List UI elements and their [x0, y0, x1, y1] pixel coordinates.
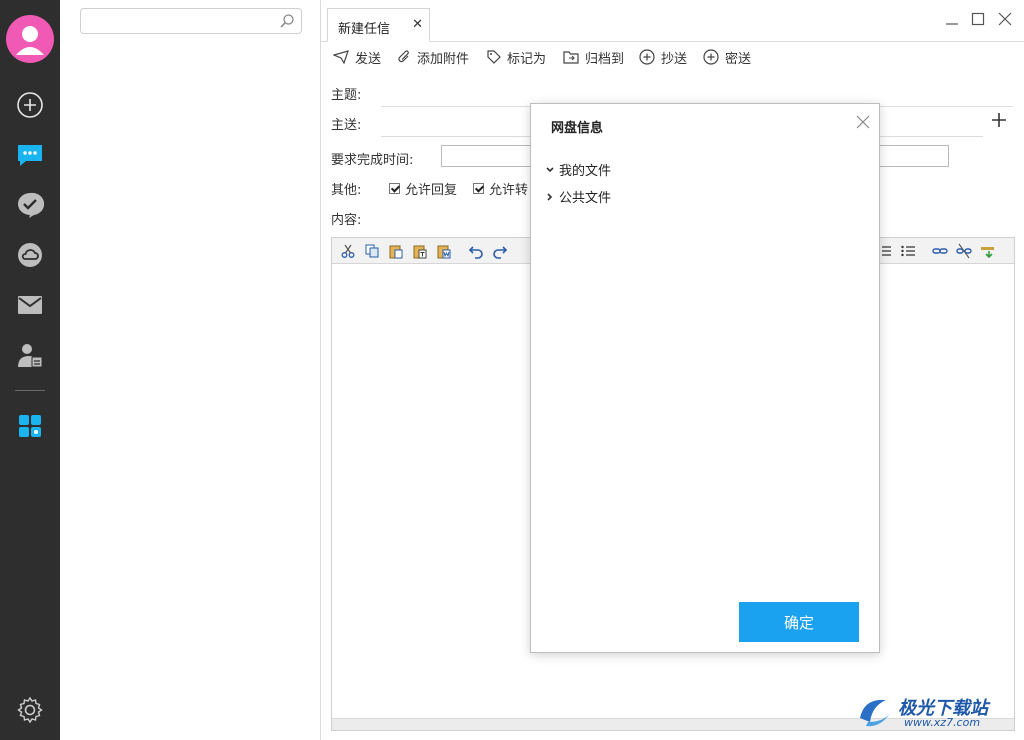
dialog-title: 网盘信息	[551, 121, 604, 136]
allow-forward-checkbox[interactable]: 允许转	[473, 179, 528, 198]
watermark-url: www.xz7.com	[904, 716, 981, 729]
user-avatar-icon	[16, 26, 44, 55]
message-icon[interactable]	[15, 140, 45, 170]
tab-close-icon[interactable]: ✕	[412, 17, 423, 32]
tree-item-public-files[interactable]: 公共文件	[545, 187, 611, 206]
cloud-icon[interactable]	[15, 240, 45, 270]
tree-item-label: 我的文件	[559, 164, 612, 179]
folder-icon	[563, 51, 579, 64]
add-recipient-icon[interactable]	[991, 112, 1007, 132]
list-column	[60, 0, 321, 740]
tab-label: 新建任信	[338, 22, 391, 37]
subject-label: 主题:	[331, 88, 362, 103]
compose-toolbar: 发送 添加附件 标记为 归档到 抄送 密送	[321, 42, 1024, 72]
confirm-button[interactable]: 确定	[739, 602, 859, 642]
left-rail	[0, 0, 60, 740]
send-button[interactable]: 发送	[333, 47, 381, 67]
tree-item-my-files[interactable]: 我的文件	[545, 160, 611, 179]
tab-bar: 新建任信 ✕	[321, 0, 1024, 42]
add-icon[interactable]	[15, 90, 45, 120]
rail-divider	[15, 390, 45, 391]
apps-icon[interactable]	[15, 411, 45, 441]
other-label: 其他:	[331, 183, 362, 198]
tree-item-label: 公共文件	[559, 191, 612, 206]
tag-icon	[487, 50, 501, 64]
chat-check-icon[interactable]	[15, 190, 45, 220]
chevron-right-icon	[547, 192, 553, 201]
mail-icon[interactable]	[15, 290, 45, 320]
cc-button[interactable]: 抄送	[639, 47, 687, 67]
send-icon	[333, 50, 349, 64]
insert-anchor-icon[interactable]	[980, 243, 996, 259]
allow-forward-label: 允许转	[489, 183, 529, 198]
deadline-date-input[interactable]	[441, 145, 531, 167]
allow-reply-checkbox[interactable]: 允许回复	[389, 179, 457, 198]
link-icon[interactable]	[932, 243, 948, 259]
avatar[interactable]	[6, 15, 54, 63]
mark-as-button[interactable]: 标记为	[487, 47, 546, 67]
mark-as-label: 标记为	[507, 51, 547, 67]
archive-to-button[interactable]: 归档到	[563, 47, 624, 67]
tab-new-message[interactable]: 新建任信 ✕	[327, 8, 430, 42]
copy-icon[interactable]	[364, 243, 380, 259]
search-input[interactable]	[87, 10, 277, 32]
redo-icon[interactable]	[492, 243, 508, 259]
archive-to-label: 归档到	[585, 51, 625, 67]
add-attachment-label: 添加附件	[417, 51, 470, 67]
unlink-icon[interactable]	[956, 243, 972, 259]
cut-icon[interactable]	[340, 243, 356, 259]
undo-icon[interactable]	[468, 243, 484, 259]
deadline-label: 要求完成时间:	[331, 153, 414, 168]
add-attachment-button[interactable]: 添加附件	[397, 47, 469, 67]
close-window-icon[interactable]	[996, 10, 1014, 28]
allow-reply-label: 允许回复	[405, 183, 458, 198]
maximize-icon[interactable]	[969, 10, 987, 28]
search-icon[interactable]	[279, 13, 295, 33]
bcc-button[interactable]: 密送	[703, 47, 751, 67]
plus-circle-icon	[703, 49, 719, 65]
content-label: 内容:	[331, 213, 362, 228]
checkbox-checked-icon	[473, 183, 484, 194]
settings-icon[interactable]	[15, 695, 45, 725]
plus-circle-icon	[639, 49, 655, 65]
cc-label: 抄送	[661, 51, 688, 67]
to-label: 主送:	[331, 118, 362, 133]
paste-icon[interactable]	[388, 243, 404, 259]
contacts-icon[interactable]	[15, 340, 45, 370]
bullet-list-icon[interactable]	[900, 243, 916, 259]
app-window: 新建任信 ✕ 发送 添加附件 标记为 归档到 抄送 密送 主题: 主送: 要求完…	[0, 0, 1024, 740]
send-label: 发送	[355, 51, 382, 67]
site-logo-icon	[860, 699, 892, 727]
paste-text-icon[interactable]	[412, 243, 428, 259]
dialog-close-icon[interactable]	[855, 114, 871, 130]
checkbox-checked-icon	[389, 183, 400, 194]
paste-word-icon[interactable]	[436, 243, 452, 259]
chevron-down-icon	[546, 166, 554, 172]
search-box	[80, 8, 302, 34]
cloud-drive-dialog: 网盘信息 我的文件 公共文件 确定	[530, 103, 880, 653]
deadline-time-input[interactable]	[879, 145, 949, 167]
paperclip-icon	[398, 50, 409, 63]
watermark-logo: 极光下载站 www.xz7.com	[856, 692, 1016, 732]
bcc-label: 密送	[725, 51, 752, 67]
minimize-icon[interactable]	[943, 10, 961, 28]
